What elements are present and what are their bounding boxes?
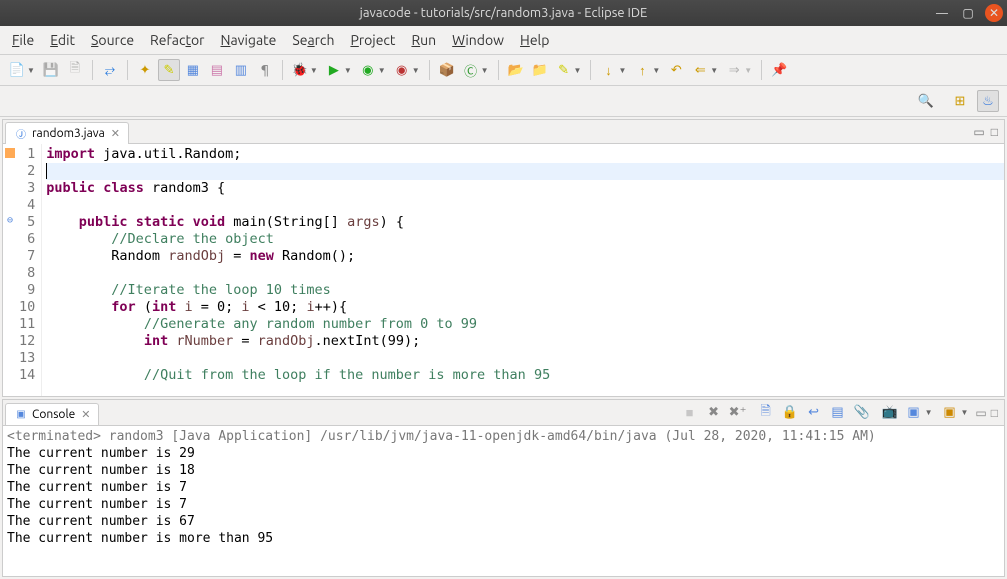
remove-all-button[interactable]: ✖⁺ (728, 403, 748, 423)
pin-button[interactable]: 📌 (768, 59, 790, 81)
quick-access-icon[interactable]: 🔍 (915, 90, 937, 112)
tab-close-icon[interactable]: ✕ (111, 127, 120, 140)
scroll-lock-button[interactable]: 🔒 (780, 403, 800, 423)
menu-help[interactable]: Help (514, 30, 555, 50)
code-editor[interactable]: ⊖ 1234567891011121314 import java.util.R… (3, 144, 1004, 396)
save-button[interactable]: 💾 (40, 59, 62, 81)
highlight-button[interactable]: ✎ (158, 59, 180, 81)
console-line: The current number is more than 95 (7, 530, 1000, 547)
console-line: The current number is 18 (7, 462, 1000, 479)
menu-source[interactable]: Source (85, 30, 140, 50)
word-wrap-button[interactable]: ↩ (804, 403, 824, 423)
show-console-button[interactable]: ▤ (828, 403, 848, 423)
menu-bar: File Edit Source Refactor Navigate Searc… (0, 26, 1007, 55)
new-button[interactable]: 📄 (6, 59, 28, 81)
console-line: The current number is 7 (7, 496, 1000, 513)
perspective-bar: 🔍 ⊞ ♨ (0, 86, 1007, 117)
console-view: ▣ Console ✕ ■ ✖ ✖⁺ 🗎 🔒 ↩ ▤ 📎 📺 ▣▼ ▣▼ ▭ □… (2, 399, 1005, 577)
code-lines[interactable]: import java.util.Random;public class ran… (42, 144, 1004, 396)
next-annotation-button[interactable]: ↓ (597, 59, 619, 81)
main-toolbar: 📄▼ 💾 🗎 ⥂ ✦ ✎ ▦ ▤ ▥ ¶ 🐞▼ ▶▼ ◉▼ ◉▼ 📦 Ⓒ▼ 📂 … (0, 55, 1007, 86)
link-button[interactable]: ⥂ (99, 59, 121, 81)
menu-window[interactable]: Window (446, 30, 510, 50)
new-class-button[interactable]: Ⓒ (460, 59, 482, 81)
coverage-button[interactable]: ◉ (357, 59, 379, 81)
debug-button[interactable]: 🐞 (289, 59, 311, 81)
console-line: The current number is 29 (7, 445, 1000, 462)
menu-project[interactable]: Project (344, 30, 401, 50)
console-tabs: ▣ Console ✕ ■ ✖ ✖⁺ 🗎 🔒 ↩ ▤ 📎 📺 ▣▼ ▣▼ ▭ □ (3, 400, 1004, 426)
editor-tabs: Ⓙ random3.java ✕ ▭ □ (3, 120, 1004, 144)
menu-file[interactable]: File (6, 30, 40, 50)
min-view-icon[interactable]: ▭ (975, 406, 986, 420)
minimize-button[interactable]: — (933, 4, 951, 22)
java-file-icon: Ⓙ (14, 126, 28, 140)
remove-launch-button[interactable]: ✖ (704, 403, 724, 423)
new-dropdown[interactable]: ▼ (27, 66, 35, 75)
console-icon: ▣ (14, 407, 28, 421)
save-all-button[interactable]: 🗎 (64, 59, 86, 81)
clear-console-button[interactable]: 🗎 (756, 403, 776, 423)
display-selected-button[interactable]: 📺 (880, 403, 900, 423)
open-type-button[interactable]: 📂 (505, 59, 527, 81)
toggle-word-wrap-button[interactable]: ▥ (230, 59, 252, 81)
show-whitespace-button[interactable]: ▤ (206, 59, 228, 81)
line-gutter: 1234567891011121314 (17, 144, 42, 396)
tab-label: random3.java (32, 127, 105, 140)
menu-edit[interactable]: Edit (44, 30, 81, 50)
pin-console-button[interactable]: 📎 (852, 403, 872, 423)
maximize-view-icon[interactable]: □ (991, 125, 998, 139)
title-bar: javacode - tutorials/src/random3.java - … (0, 0, 1007, 26)
menu-search[interactable]: Search (286, 30, 340, 50)
window-controls: — ▢ ✕ (933, 4, 1003, 22)
prev-annotation-button[interactable]: ↑ (631, 59, 653, 81)
menu-navigate[interactable]: Navigate (214, 30, 282, 50)
run-button[interactable]: ▶ (323, 59, 345, 81)
console-line: The current number is 67 (7, 513, 1000, 530)
toggle-mark-button[interactable]: ✦ (134, 59, 156, 81)
block-select-button[interactable]: ▦ (182, 59, 204, 81)
menu-run[interactable]: Run (405, 30, 442, 50)
tab-random3[interactable]: Ⓙ random3.java ✕ (5, 122, 129, 144)
window-title: javacode - tutorials/src/random3.java - … (360, 6, 648, 20)
menu-refactor[interactable]: Refactor (144, 30, 210, 50)
new-console-button[interactable]: ▣ (939, 403, 959, 423)
open-perspective-button[interactable]: ⊞ (949, 90, 971, 112)
last-edit-button[interactable]: ↶ (665, 59, 687, 81)
open-console-button[interactable]: ▣ (904, 403, 924, 423)
maximize-button[interactable]: ▢ (959, 4, 977, 22)
pilcrow-button[interactable]: ¶ (254, 59, 276, 81)
back-button[interactable]: ⇐ (689, 59, 711, 81)
console-header: <terminated> random3 [Java Application] … (7, 428, 1000, 445)
new-package-button[interactable]: 📦 (436, 59, 458, 81)
console-line: The current number is 7 (7, 479, 1000, 496)
tab-console[interactable]: ▣ Console ✕ (5, 403, 99, 425)
open-task-button[interactable]: 📁 (529, 59, 551, 81)
marker-bar: ⊖ (3, 144, 17, 396)
run-last-button[interactable]: ◉ (391, 59, 413, 81)
console-tab-close[interactable]: ✕ (81, 408, 90, 421)
java-perspective-button[interactable]: ♨ (977, 90, 999, 112)
search-button[interactable]: ✎ (553, 59, 575, 81)
minimize-view-icon[interactable]: ▭ (973, 125, 984, 139)
close-button[interactable]: ✕ (985, 4, 1003, 22)
console-tab-label: Console (32, 408, 75, 421)
terminate-button[interactable]: ■ (680, 403, 700, 423)
forward-button[interactable]: ⇒ (723, 59, 745, 81)
console-output[interactable]: <terminated> random3 [Java Application] … (3, 426, 1004, 576)
max-view-icon[interactable]: □ (991, 406, 998, 420)
editor-area: Ⓙ random3.java ✕ ▭ □ ⊖ 12345678910111213… (2, 119, 1005, 397)
